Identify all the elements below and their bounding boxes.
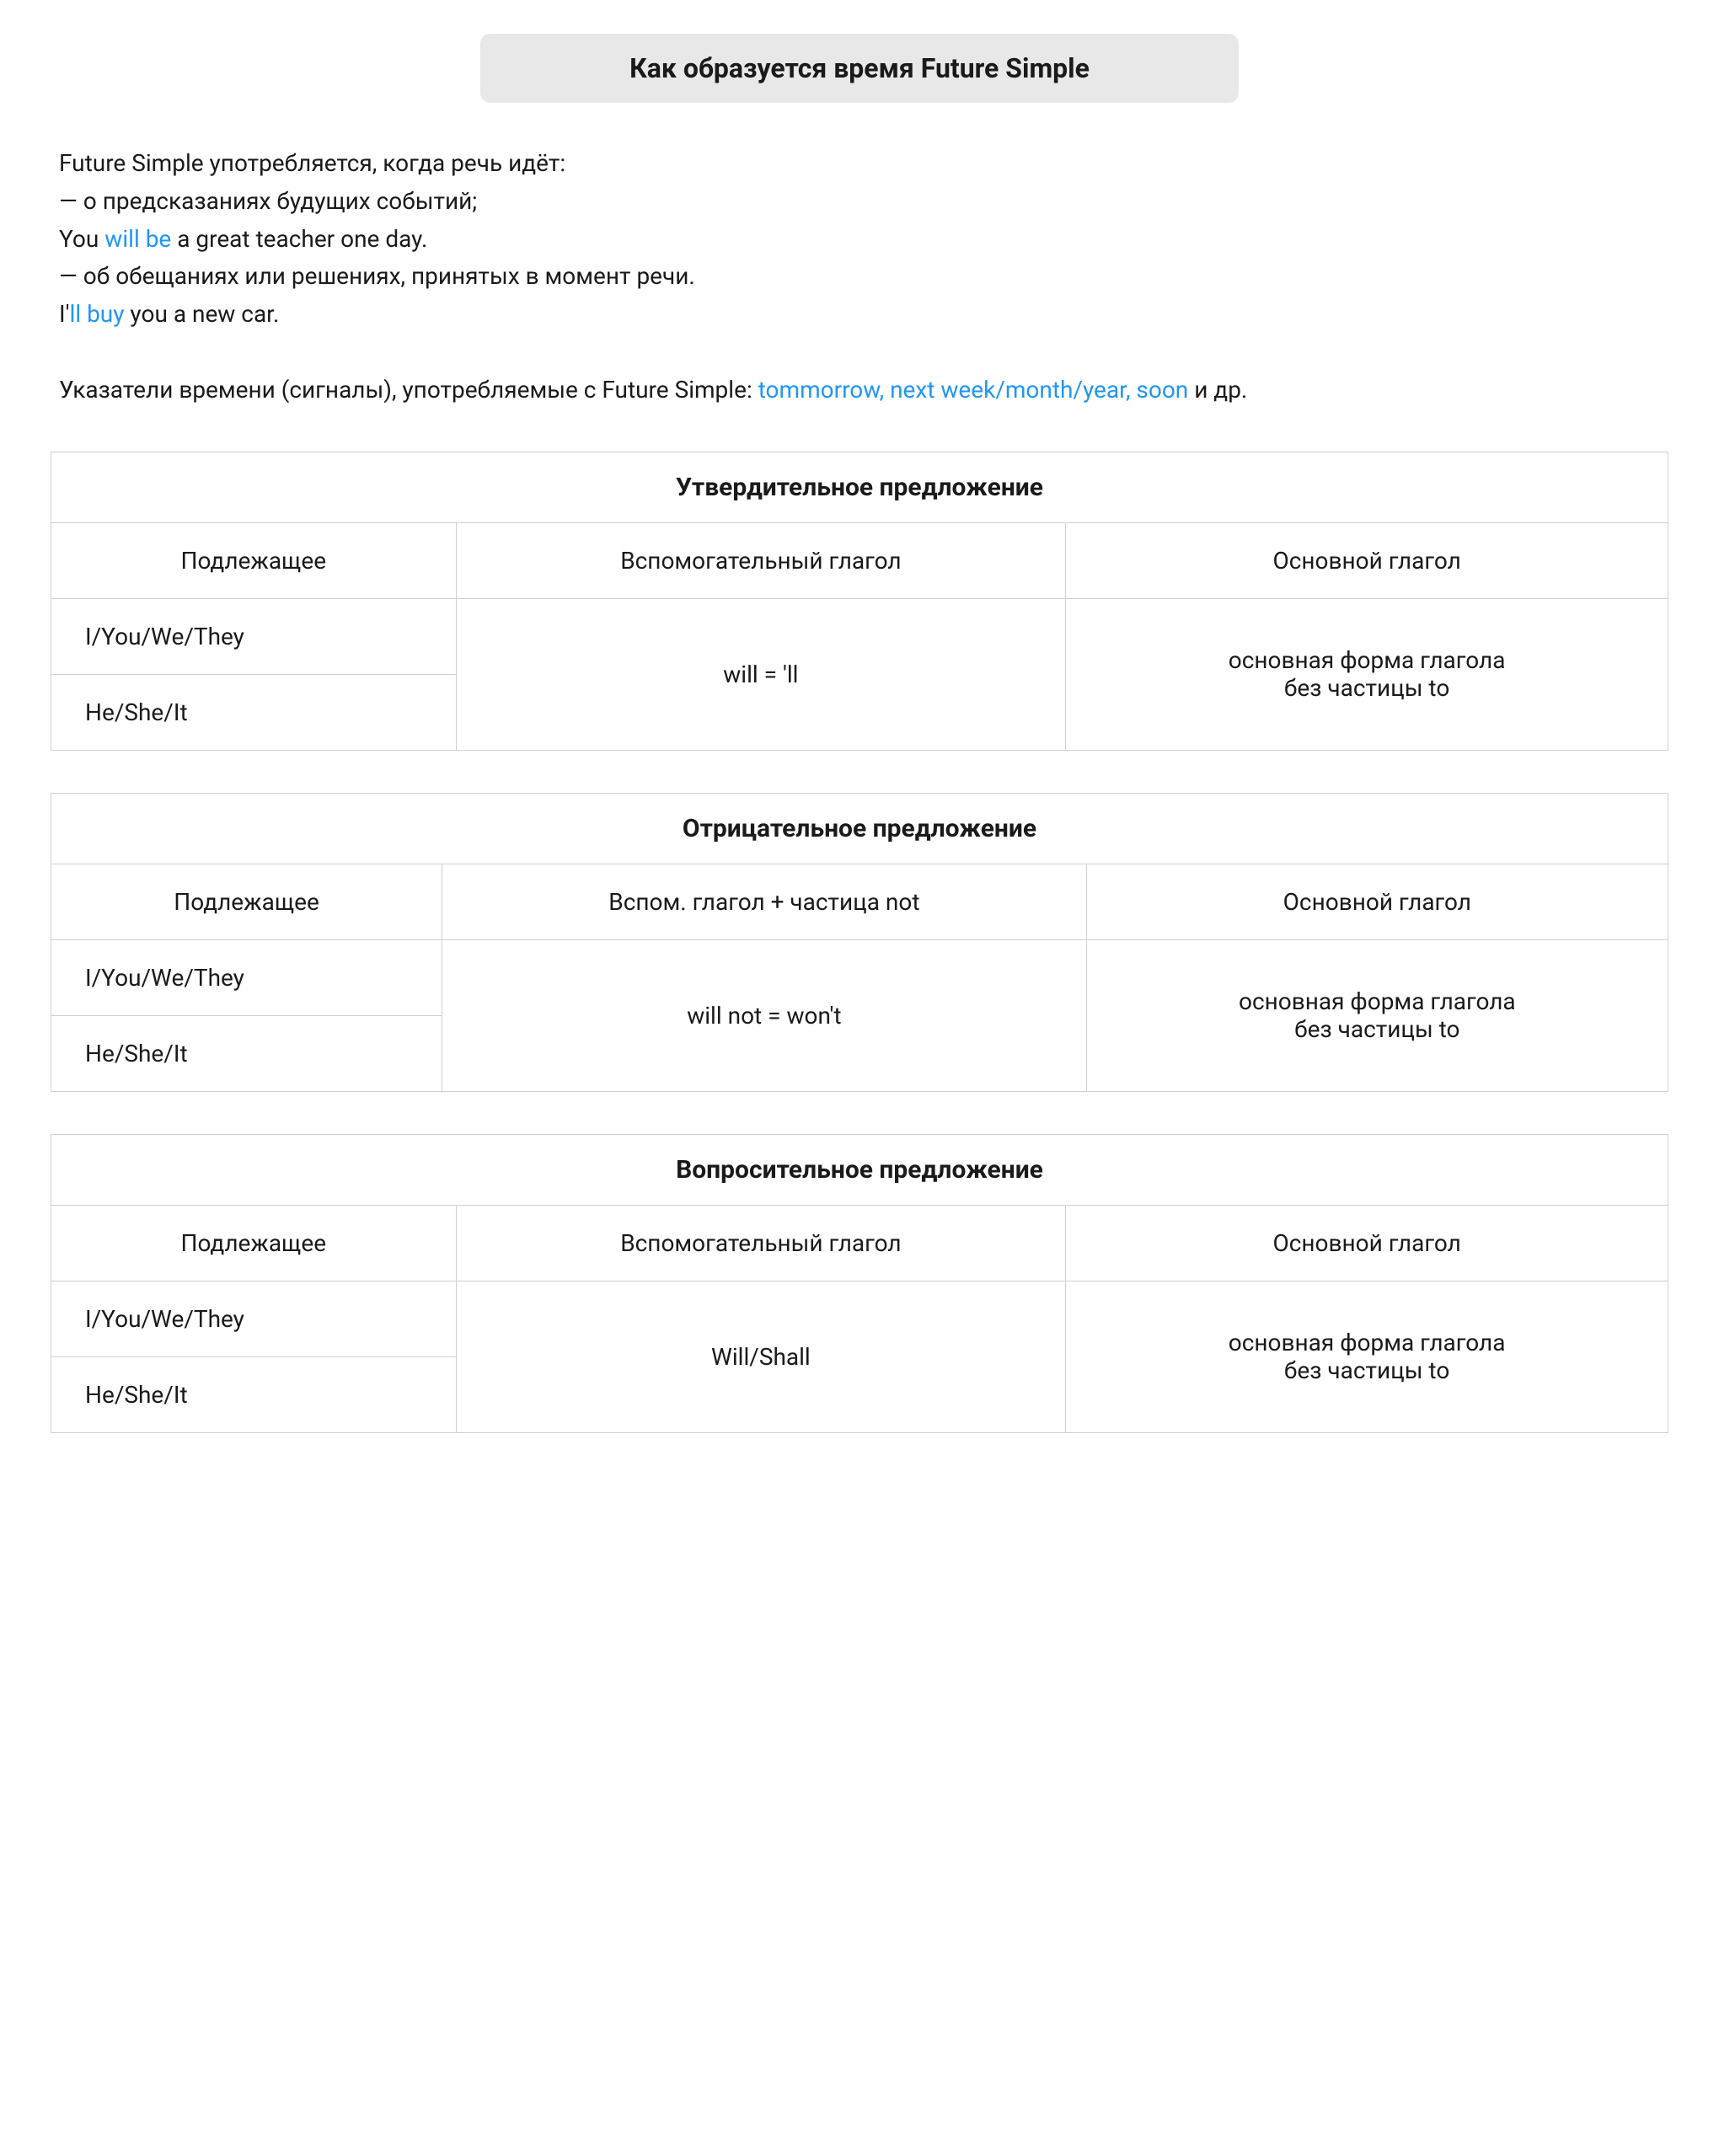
affirmative-subject2: He/She/It [51,675,456,750]
question-subject1: I/You/We/They [51,1281,456,1357]
intro-highlights: tommorrow, next week/month/year, soon [758,376,1189,404]
negative-header-subject: Подлежащее [51,864,442,939]
affirmative-subject1: I/You/We/They [51,599,456,675]
intro-line3-highlight: will be [104,225,171,253]
intro-line1: Future Simple употребляется, когда речь … [59,145,1660,183]
intro-line6: Указатели времени (сигналы), употребляем… [59,372,1660,409]
intro-line5-suffix: you a new car. [124,300,279,328]
intro-line4: — об обещаниях или решениях, принятых в … [59,258,1660,296]
question-header-aux: Вспомогательный глагол [456,1205,1066,1281]
affirmative-main-verb: основная форма глагола без частицы to [1066,598,1668,750]
question-data-row: I/You/We/They He/She/It Will/Shall основ… [51,1281,1668,1432]
affirmative-subjects: I/You/We/They He/She/It [51,598,457,750]
negative-main-verb: основная форма глагола без частицы to [1086,939,1668,1091]
question-table: Подлежащее Вспомогательный глагол Основн… [51,1205,1668,1433]
intro-line5-highlight: ll buy [70,300,125,328]
negative-header-main: Основной глагол [1086,864,1668,939]
question-aux-verb: Will/Shall [456,1281,1066,1432]
intro-line3-suffix: a great teacher one day. [171,225,427,253]
affirmative-header-row: Подлежащее Вспомогательный глагол Основн… [51,522,1668,598]
negative-subject2: He/She/It [51,1016,442,1091]
intro-line5-prefix: I' [59,300,70,328]
affirmative-section: Утвердительное предложение Подлежащее Вс… [51,452,1668,751]
affirmative-data-row: I/You/We/They He/She/It will = 'll основ… [51,598,1668,750]
intro-line3: You will be a great teacher one day. [59,221,1660,259]
question-title: Вопросительное предложение [51,1134,1668,1205]
intro-line2: — о предсказаниях будущих событий; [59,183,1660,221]
intro-text: Future Simple употребляется, когда речь … [51,145,1668,409]
affirmative-table: Подлежащее Вспомогательный глагол Основн… [51,522,1668,751]
negative-aux-verb: will not = won't [442,939,1087,1091]
question-header-main: Основной глагол [1066,1205,1668,1281]
affirmative-title: Утвердительное предложение [51,452,1668,522]
negative-subject1: I/You/We/They [51,940,442,1016]
affirmative-header-main: Основной глагол [1066,522,1668,598]
negative-header-row: Подлежащее Вспом. глагол + частица not О… [51,864,1668,939]
affirmative-aux-verb: will = 'll [456,598,1066,750]
negative-subjects: I/You/We/They He/She/It [51,939,442,1091]
negative-data-row: I/You/We/They He/She/It will not = won't… [51,939,1668,1091]
affirmative-header-subject: Подлежащее [51,522,457,598]
page-title: Как образуется время Future Simple [480,34,1239,103]
intro-line3-prefix: You [59,225,104,253]
intro-line5: I'll buy you a new car. [59,296,1660,334]
question-section: Вопросительное предложение Подлежащее Вс… [51,1134,1668,1433]
question-main-verb: основная форма глагола без частицы to [1066,1281,1668,1432]
intro-line6-suffix: и др. [1188,376,1247,404]
negative-table: Подлежащее Вспом. глагол + частица not О… [51,864,1668,1092]
affirmative-header-aux: Вспомогательный глагол [456,522,1066,598]
negative-header-aux: Вспом. глагол + частица not [442,864,1087,939]
question-subjects: I/You/We/They He/She/It [51,1281,457,1432]
question-header-subject: Подлежащее [51,1205,457,1281]
negative-section: Отрицательное предложение Подлежащее Всп… [51,793,1668,1092]
intro-line6-prefix: Указатели времени (сигналы), употребляем… [59,376,758,404]
question-header-row: Подлежащее Вспомогательный глагол Основн… [51,1205,1668,1281]
question-subject2: He/She/It [51,1357,456,1432]
negative-title: Отрицательное предложение [51,793,1668,864]
